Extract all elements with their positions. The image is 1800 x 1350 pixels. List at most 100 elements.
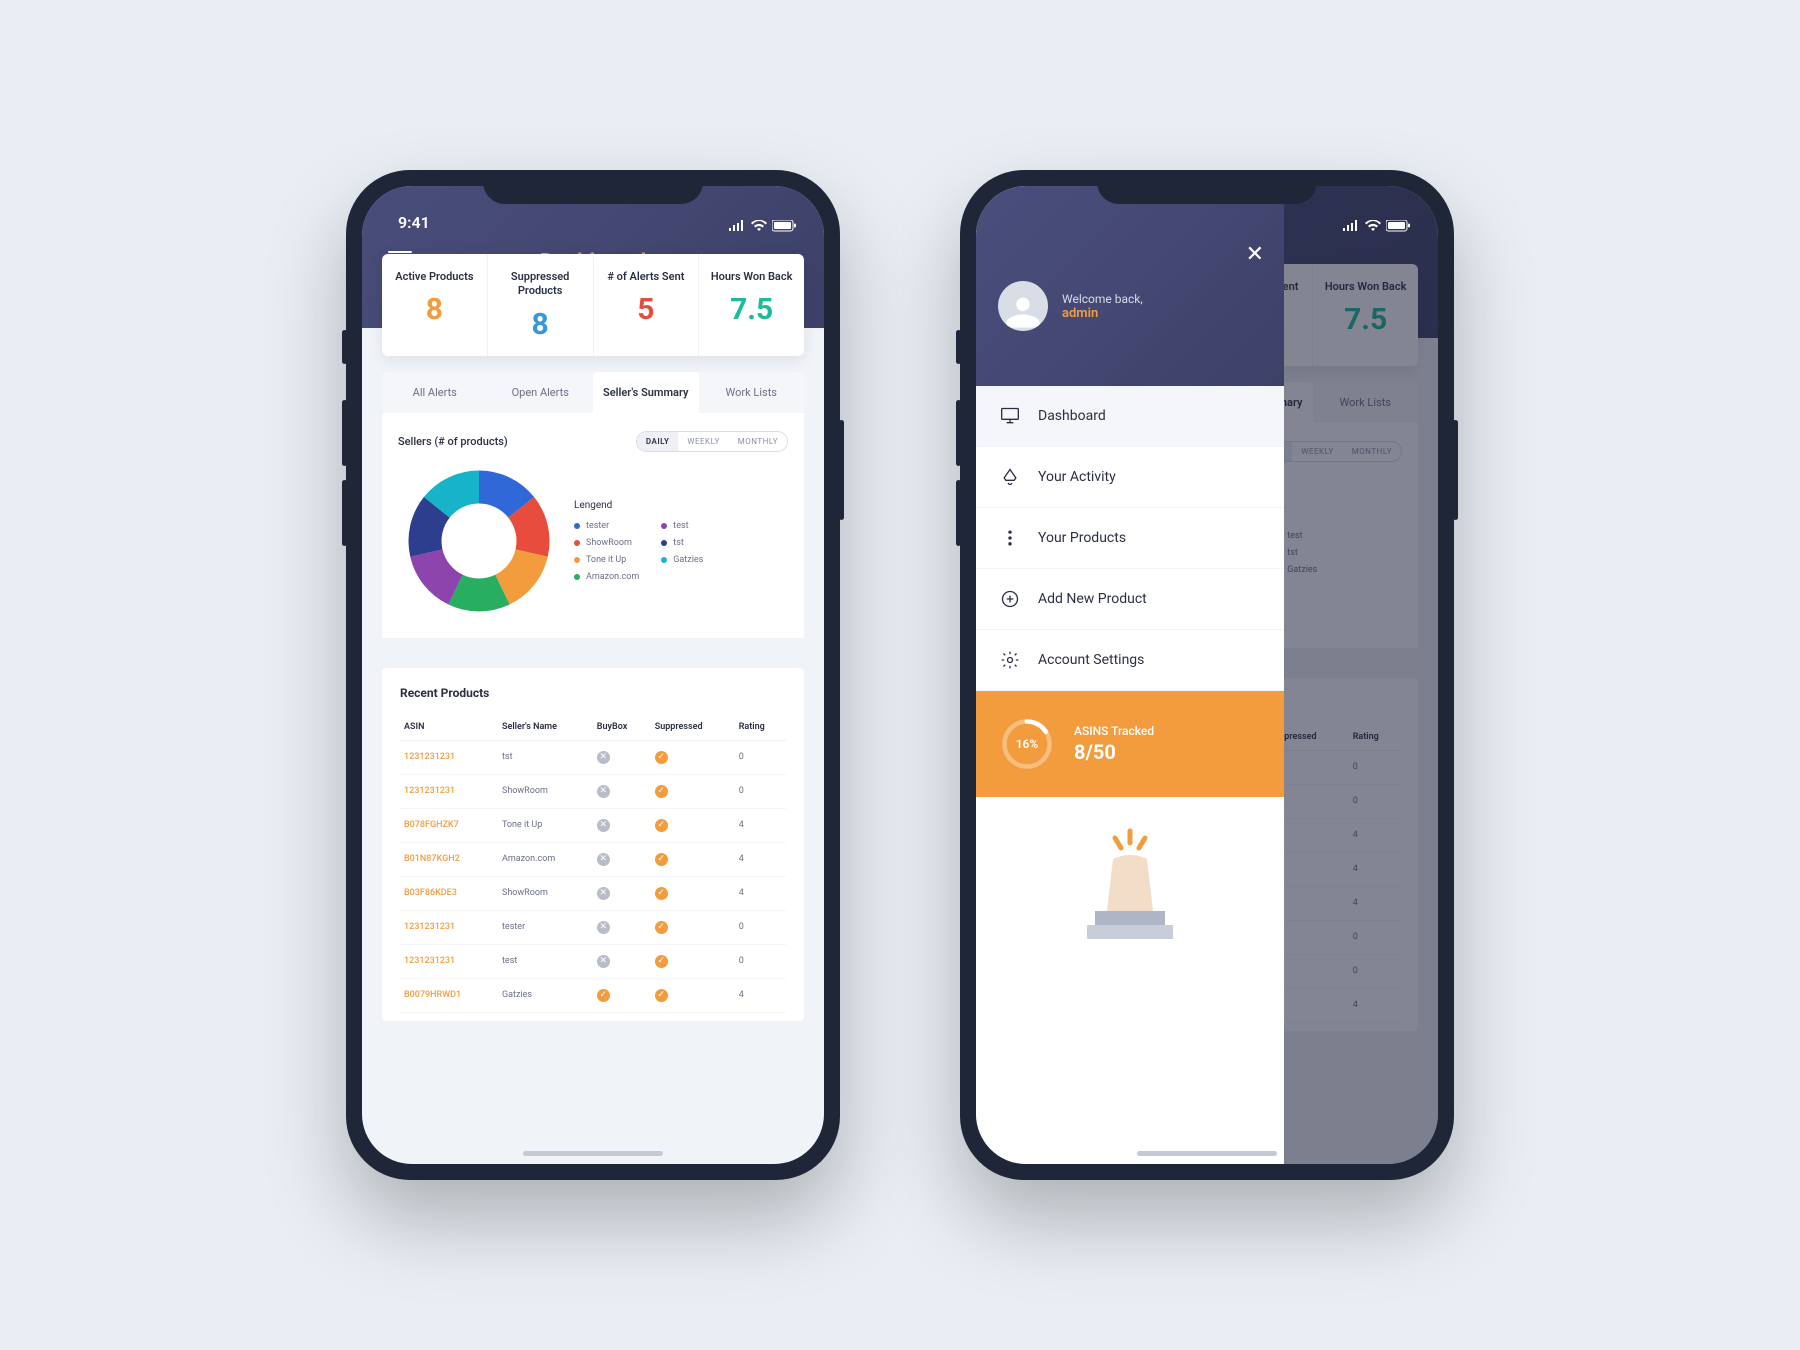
stat-value: 8 (388, 292, 481, 327)
toggle-monthly[interactable]: MONTHLY (729, 432, 787, 451)
drawer-item-add-new-product[interactable]: Add New Product (976, 569, 1284, 630)
chart-legend: Lengend testerShowRoomTone it UpAmazon.c… (574, 500, 788, 582)
seller-cell: Tone it Up (498, 808, 593, 842)
chart-title: Sellers (# of products) (398, 435, 508, 448)
drawer-item-label: Account Settings (1038, 652, 1144, 668)
table-row[interactable]: B01N87KGH2Amazon.com✕✓4 (400, 842, 786, 876)
suppressed-cell: ✓ (651, 910, 735, 944)
legend-item: tester (574, 521, 639, 531)
col-header: BuyBox (593, 714, 651, 741)
home-indicator[interactable] (1137, 1151, 1277, 1156)
bell-icon (1000, 467, 1020, 487)
buybox-cell: ✕ (593, 740, 651, 774)
asins-value: 8/50 (1074, 740, 1154, 764)
rating-cell: 4 (735, 876, 786, 910)
check-icon: ✓ (597, 989, 610, 1002)
avatar[interactable] (998, 281, 1048, 331)
tab-all-alerts[interactable]: All Alerts (382, 372, 488, 413)
recent-title: Recent Products (400, 686, 786, 700)
check-icon: ✓ (655, 955, 668, 968)
stat-2[interactable]: # of Alerts Sent5 (594, 254, 700, 356)
drawer-item-dashboard[interactable]: Dashboard (976, 386, 1284, 447)
seller-cell: ShowRoom (498, 774, 593, 808)
stats-card: Active Products8Suppressed Products8# of… (382, 254, 804, 356)
progress-ring: 16% (1000, 717, 1054, 771)
suppressed-cell: ✓ (651, 774, 735, 808)
asins-tracked-block[interactable]: 16% ASINS Tracked 8/50 (976, 691, 1284, 797)
buybox-cell: ✕ (593, 808, 651, 842)
table-row[interactable]: B078FGHZK7Tone it Up✕✓4 (400, 808, 786, 842)
stat-1[interactable]: Suppressed Products8 (488, 254, 594, 356)
plus-icon (1000, 589, 1020, 609)
drawer-item-account-settings[interactable]: Account Settings (976, 630, 1284, 691)
seller-cell: tester (498, 910, 593, 944)
tab-seller-s-summary[interactable]: Seller's Summary (593, 372, 699, 413)
suppressed-cell: ✓ (651, 876, 735, 910)
username: admin (1062, 306, 1143, 321)
rating-cell: 4 (735, 978, 786, 1012)
check-icon: ✓ (655, 853, 668, 866)
seller-cell: Gatzies (498, 978, 593, 1012)
close-icon[interactable]: ✕ (1246, 242, 1264, 267)
rating-cell: 4 (735, 808, 786, 842)
asin-cell: B0079HRWD1 (400, 978, 498, 1012)
siren-illustration (976, 797, 1284, 1164)
asins-label: ASINS Tracked (1074, 724, 1154, 738)
buybox-cell: ✕ (593, 774, 651, 808)
toggle-weekly[interactable]: WEEKLY (678, 432, 728, 451)
asin-cell: B03F86KDE3 (400, 876, 498, 910)
buybox-cell: ✕ (593, 910, 651, 944)
status-icons (1342, 220, 1410, 232)
col-header: ASIN (400, 714, 498, 741)
monitor-icon (1000, 406, 1020, 426)
x-icon: ✕ (597, 887, 610, 900)
table-row[interactable]: B03F86KDE3ShowRoom✕✓4 (400, 876, 786, 910)
stat-0[interactable]: Active Products 8 (382, 254, 488, 356)
asin-cell: 1231231231 (400, 944, 498, 978)
sellers-panel: Sellers (# of products) DAILYWEEKLYMONTH… (382, 413, 804, 638)
asin-cell: 1231231231 (400, 740, 498, 774)
stat-label: # of Alerts Sent (600, 270, 693, 284)
stat-3[interactable]: Hours Won Back7.5 (699, 254, 804, 356)
progress-percent: 16% (1000, 717, 1054, 771)
drawer-item-label: Your Products (1038, 530, 1126, 546)
asin-cell: 1231231231 (400, 774, 498, 808)
x-icon: ✕ (597, 819, 610, 832)
period-toggle: DAILYWEEKLYMONTHLY (636, 431, 788, 452)
table-row[interactable]: B0079HRWD1Gatzies✓✓4 (400, 978, 786, 1012)
table-row[interactable]: 1231231231tst✕✓0 (400, 740, 786, 774)
x-icon: ✕ (597, 853, 610, 866)
col-header: Rating (735, 714, 786, 741)
status-time: 9:41 (398, 213, 430, 232)
buybox-cell: ✕ (593, 876, 651, 910)
tab-work-lists[interactable]: Work Lists (699, 372, 805, 413)
tabs: All AlertsOpen AlertsSeller's SummaryWor… (382, 372, 804, 413)
table-row[interactable]: 1231231231ShowRoom✕✓0 (400, 774, 786, 808)
legend-item: test (661, 521, 703, 531)
table-row[interactable]: 1231231231tester✕✓0 (400, 910, 786, 944)
legend-item: ShowRoom (574, 538, 639, 548)
x-icon: ✕ (597, 955, 610, 968)
status-bar (976, 186, 1438, 234)
stat-label: Hours Won Back (705, 270, 798, 284)
drawer-item-label: Dashboard (1038, 408, 1106, 424)
x-icon: ✕ (597, 921, 610, 934)
home-indicator[interactable] (523, 1151, 663, 1156)
drawer-item-label: Add New Product (1038, 591, 1147, 607)
drawer-item-your-activity[interactable]: Your Activity (976, 447, 1284, 508)
stat-label: Active Products (388, 270, 481, 284)
check-icon: ✓ (655, 921, 668, 934)
check-icon: ✓ (655, 819, 668, 832)
check-icon: ✓ (655, 887, 668, 900)
toggle-daily[interactable]: DAILY (637, 432, 679, 451)
asin-cell: 1231231231 (400, 910, 498, 944)
welcome-text: Welcome back, (1062, 292, 1143, 306)
drawer-item-label: Your Activity (1038, 469, 1116, 485)
legend-item: Gatzies (661, 555, 703, 565)
dots-icon (1000, 528, 1020, 548)
donut-chart (404, 466, 554, 616)
tab-open-alerts[interactable]: Open Alerts (488, 372, 594, 413)
table-row[interactable]: 1231231231test✕✓0 (400, 944, 786, 978)
legend-item: Tone it Up (574, 555, 639, 565)
drawer-item-your-products[interactable]: Your Products (976, 508, 1284, 569)
